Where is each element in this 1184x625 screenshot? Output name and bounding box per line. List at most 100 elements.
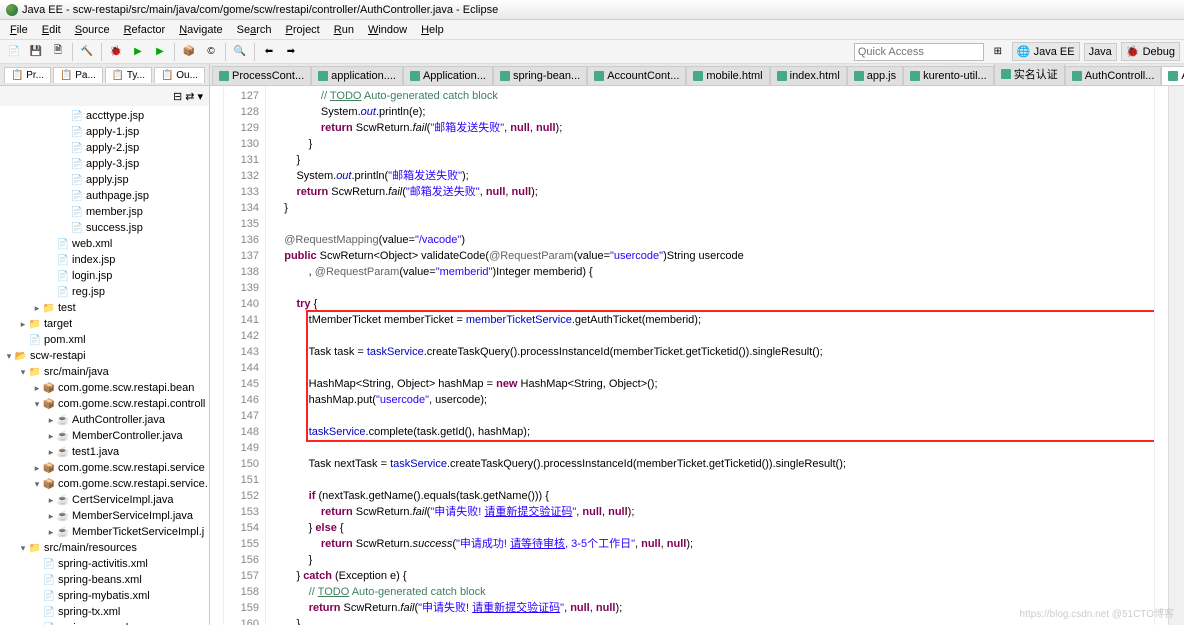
left-tab-0[interactable]: 📋 Pr... (4, 67, 51, 83)
menu-source[interactable]: Source (69, 22, 116, 37)
run-icon[interactable]: ▶ (128, 42, 148, 62)
menu-navigate[interactable]: Navigate (173, 22, 228, 37)
editor-tab[interactable]: kurento-util... (903, 66, 994, 85)
tree-item[interactable]: ▸☕MemberTicketServiceImpl.j (0, 524, 209, 540)
view-toolbar: ⊟ ⇄ ▾ (0, 86, 209, 106)
menu-edit[interactable]: Edit (36, 22, 67, 37)
file-icon (693, 71, 703, 81)
file-icon (1072, 71, 1082, 81)
tree-item[interactable]: ▾📂scw-restapi (0, 348, 209, 364)
tree-item[interactable]: ▸☕test1.java (0, 444, 209, 460)
tree-item[interactable]: ▸📦com.gome.scw.restapi.bean (0, 380, 209, 396)
build-icon[interactable]: 🔨 (77, 42, 97, 62)
open-perspective-icon[interactable]: ⊞ (988, 42, 1008, 62)
perspective-java[interactable]: Java (1084, 43, 1117, 61)
annotation-ruler (210, 86, 224, 625)
new-class-icon[interactable]: © (201, 42, 221, 62)
editor-tab[interactable]: ProcessCont... (212, 66, 311, 85)
collapse-all-icon[interactable]: ⊟ (173, 90, 182, 103)
tree-item[interactable]: ▸☕CertServiceImpl.java (0, 492, 209, 508)
menu-refactor[interactable]: Refactor (118, 22, 172, 37)
title-bar: Java EE - scw-restapi/src/main/java/com/… (0, 0, 1184, 20)
overview-ruler (1154, 86, 1168, 625)
tree-item[interactable]: 📄apply-2.jsp (0, 140, 209, 156)
tree-item[interactable]: 📄spring-mybatis.xml (0, 588, 209, 604)
tree-item[interactable]: ▾📁src/main/resources (0, 540, 209, 556)
tree-item[interactable]: 📄web.xml (0, 236, 209, 252)
editor-tab[interactable]: AccountCont... (587, 66, 686, 85)
run-ext-icon[interactable]: ▶ (150, 42, 170, 62)
left-tab-3[interactable]: 📋 Ou... (154, 67, 205, 83)
editor-area: ProcessCont...application....Application… (210, 64, 1184, 625)
editor-tab[interactable]: mobile.html (686, 66, 769, 85)
tree-item[interactable]: 📄accttype.jsp (0, 108, 209, 124)
editor-tab[interactable]: Application... (403, 66, 493, 85)
perspective-debug[interactable]: 🐞 Debug (1121, 42, 1180, 61)
tree-item[interactable]: ▸📁target (0, 316, 209, 332)
left-tab-2[interactable]: 📋 Ty... (105, 67, 152, 83)
file-icon (1168, 71, 1178, 81)
tree-item[interactable]: ▾📦com.gome.scw.restapi.controll (0, 396, 209, 412)
link-editor-icon[interactable]: ⇄ (185, 90, 194, 103)
tree-item[interactable]: 📄index.jsp (0, 252, 209, 268)
tree-item[interactable]: 📄authpage.jsp (0, 188, 209, 204)
search-icon[interactable]: 🔍 (230, 42, 250, 62)
editor-tab[interactable]: AuthControll... (1065, 66, 1162, 85)
forward-icon[interactable]: ➡ (281, 42, 301, 62)
tree-item[interactable]: 📄spring-activitis.xml (0, 556, 209, 572)
tree-item[interactable]: 📄success.jsp (0, 220, 209, 236)
window-title: Java EE - scw-restapi/src/main/java/com/… (22, 4, 498, 16)
editor-tab[interactable]: spring-bean... (493, 66, 587, 85)
tree-item[interactable]: 📄spring-beans.xml (0, 572, 209, 588)
tree-item[interactable]: 📄apply-1.jsp (0, 124, 209, 140)
quick-access-input[interactable] (854, 43, 984, 61)
tree-item[interactable]: 📄springmvc.xml (0, 620, 209, 625)
save-all-icon[interactable]: 🗎 (48, 42, 68, 62)
tree-item[interactable]: ▸📦com.gome.scw.restapi.service (0, 460, 209, 476)
tree-item[interactable]: 📄login.jsp (0, 268, 209, 284)
new-icon[interactable]: 📄 (4, 42, 24, 62)
new-pkg-icon[interactable]: 📦 (179, 42, 199, 62)
tree-item[interactable]: ▸☕MemberServiceImpl.java (0, 508, 209, 524)
perspective-javaee[interactable]: 🌐 Java EE (1012, 42, 1080, 61)
tree-item[interactable]: ▾📦com.gome.scw.restapi.service. (0, 476, 209, 492)
file-icon (500, 71, 510, 81)
tree-item[interactable]: 📄pom.xml (0, 332, 209, 348)
debug-icon[interactable]: 🐞 (106, 42, 126, 62)
vertical-scrollbar[interactable] (1168, 86, 1184, 625)
editor-tab[interactable]: 实名认证 (994, 64, 1065, 85)
menu-bar: FileEditSourceRefactorNavigateSearchProj… (0, 20, 1184, 40)
view-menu-icon[interactable]: ▾ (197, 90, 203, 103)
tree-item[interactable]: 📄reg.jsp (0, 284, 209, 300)
menu-help[interactable]: Help (415, 22, 450, 37)
file-icon (318, 71, 328, 81)
tree-item[interactable]: 📄apply.jsp (0, 172, 209, 188)
editor-tab[interactable]: application.... (311, 66, 403, 85)
tree-item[interactable]: ▸☕MemberController.java (0, 428, 209, 444)
save-icon[interactable]: 💾 (26, 42, 46, 62)
menu-run[interactable]: Run (328, 22, 360, 37)
file-icon (854, 71, 864, 81)
back-icon[interactable]: ⬅ (259, 42, 279, 62)
menu-search[interactable]: Search (231, 22, 278, 37)
tree-item[interactable]: ▸📁test (0, 300, 209, 316)
menu-project[interactable]: Project (280, 22, 326, 37)
editor-tab[interactable]: app.js (847, 66, 903, 85)
left-tab-1[interactable]: 📋 Pa... (53, 67, 103, 83)
tree-item[interactable]: 📄spring-tx.xml (0, 604, 209, 620)
file-icon (910, 71, 920, 81)
menu-file[interactable]: File (4, 22, 34, 37)
tree-item[interactable]: 📄member.jsp (0, 204, 209, 220)
editor-tab[interactable]: AuthControll...✕ (1161, 66, 1184, 85)
main-toolbar: 📄 💾 🗎 🔨 🐞 ▶ ▶ 📦 © 🔍 ⬅ ➡ ⊞ 🌐 Java EE Java… (0, 40, 1184, 64)
tree-item[interactable]: ▾📁src/main/java (0, 364, 209, 380)
editor-tab[interactable]: index.html (770, 66, 847, 85)
left-view-tabs: 📋 Pr...📋 Pa...📋 Ty...📋 Ou... (0, 64, 209, 86)
code-editor[interactable]: // TODO Auto-generated catch block Syste… (266, 86, 1154, 625)
tree-item[interactable]: ▸☕AuthController.java (0, 412, 209, 428)
tree-item[interactable]: 📄apply-3.jsp (0, 156, 209, 172)
project-tree[interactable]: 📄accttype.jsp📄apply-1.jsp📄apply-2.jsp📄ap… (0, 106, 209, 625)
line-number-gutter: 1271281291301311321331341351361371381391… (224, 86, 266, 625)
editor-tabs: ProcessCont...application....Application… (210, 64, 1184, 86)
menu-window[interactable]: Window (362, 22, 413, 37)
